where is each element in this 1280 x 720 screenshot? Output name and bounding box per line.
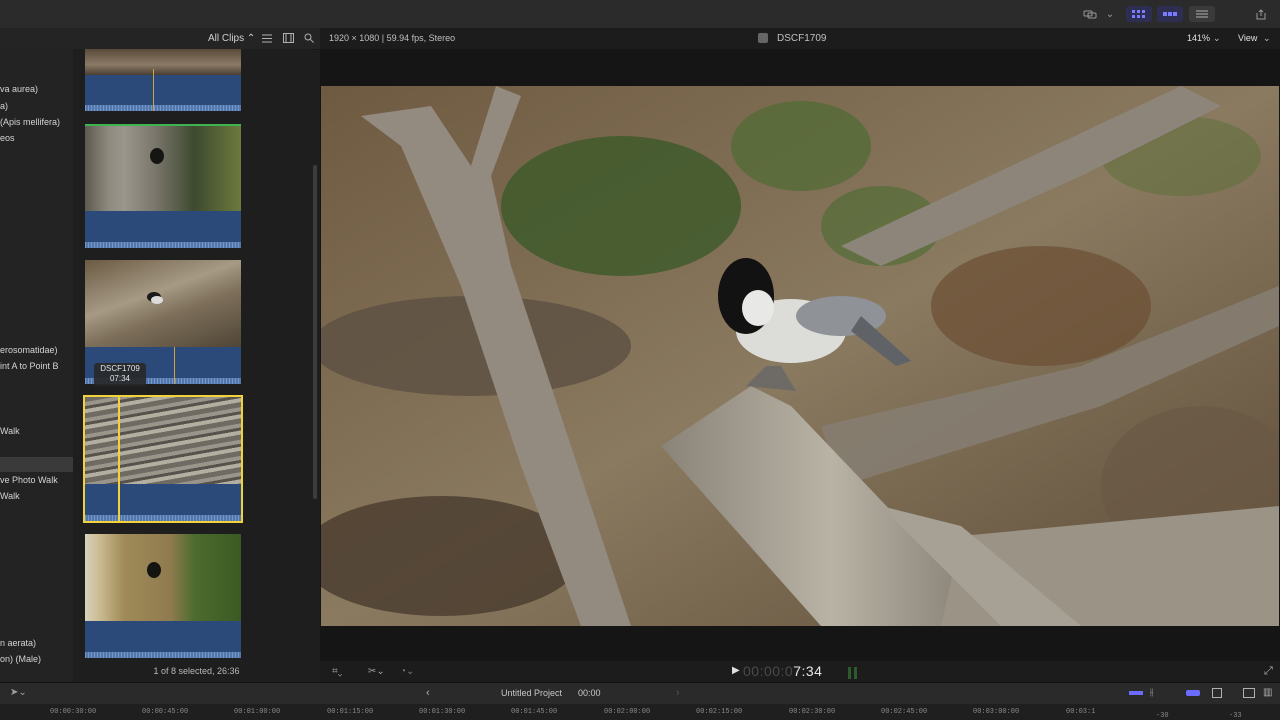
- viewer-controls: ⌗⌄ ✂⌄ ◔⌄ ▶ 00:00:07:34 ⤢: [320, 661, 1280, 682]
- ruler-tick: 00:01:15:00: [327, 708, 374, 716]
- clip-thumbnail[interactable]: [85, 49, 241, 111]
- audio-waveform: [85, 484, 241, 521]
- clip-browser: [73, 49, 313, 661]
- audio-waveform: [85, 211, 241, 248]
- library-sidebar: va aurea) a) (Apis mellifera) eos erosom…: [0, 49, 73, 682]
- project-name: Untitled Project: [501, 688, 563, 698]
- inspector-icon[interactable]: [1189, 6, 1215, 22]
- sidebar-item[interactable]: ve Photo Walk: [0, 474, 73, 487]
- playhead-line: [118, 397, 120, 521]
- ruler-tick: 00:01:00:00: [234, 708, 281, 716]
- sidebar-item[interactable]: on) (Male): [0, 653, 73, 666]
- timeline-header: ➤⌄ ‹ Untitled Project 00:00 › ⫲ ▥: [0, 682, 1280, 705]
- forward-arrow-icon[interactable]: ›: [676, 687, 680, 699]
- share-icon[interactable]: [1250, 6, 1272, 22]
- audio-meter-right: [854, 667, 857, 679]
- sidebar-item[interactable]: eos: [0, 132, 73, 145]
- filmstrip-view-icon[interactable]: [283, 33, 294, 46]
- timeline-layout-icon[interactable]: [1157, 6, 1183, 22]
- timeline-view-icon[interactable]: [1243, 688, 1255, 698]
- dropdown-chevron-icon[interactable]: ⌄: [1103, 6, 1117, 22]
- list-view-icon[interactable]: [262, 34, 272, 46]
- play-icon[interactable]: ▶: [732, 665, 740, 676]
- back-arrow-icon[interactable]: ‹: [426, 687, 430, 699]
- project-duration: 00:00: [578, 688, 601, 698]
- audio-waveform: [85, 75, 241, 111]
- skimming-icon[interactable]: [1186, 690, 1200, 696]
- browser-layout-icon[interactable]: [1126, 6, 1152, 22]
- meter-scale-label: -30: [1156, 712, 1169, 720]
- skimmer-line: [174, 347, 175, 384]
- format-info: 1920 × 1080 | 59.94 fps, Stereo: [329, 33, 456, 43]
- ruler-tick: 00:02:45:00: [881, 708, 928, 716]
- clip-thumbnail[interactable]: [85, 124, 241, 248]
- zoom-level[interactable]: 141%: [1187, 33, 1210, 43]
- ruler-tick: 00:00:45:00: [142, 708, 189, 716]
- keyword-icon[interactable]: [1079, 6, 1101, 22]
- timeline-ruler[interactable]: 00:00:30:00 00:00:45:00 00:01:00:00 00:0…: [0, 704, 1280, 720]
- audio-meters-icon[interactable]: ▥: [1263, 687, 1272, 698]
- ruler-tick: 00:03:1: [1066, 708, 1096, 716]
- sidebar-item-selected[interactable]: [0, 457, 73, 472]
- clip-thumbnail-selected[interactable]: [83, 395, 243, 523]
- view-chevron-icon[interactable]: ⌄: [1263, 33, 1271, 44]
- ruler-tick: 00:02:30:00: [789, 708, 836, 716]
- sidebar-item[interactable]: Walk: [0, 490, 73, 503]
- timecode-display[interactable]: 00:00:07:34: [743, 663, 822, 679]
- clip-filter-menu[interactable]: All Clips ⌃: [208, 33, 255, 44]
- clip-appearance-icon[interactable]: [1212, 688, 1222, 698]
- ruler-tick: 00:02:00:00: [604, 708, 651, 716]
- browser-scrollbar[interactable]: [313, 165, 317, 499]
- skimmer-line: [153, 69, 154, 111]
- clip-icon: [758, 33, 768, 43]
- fullscreen-icon[interactable]: ⤢: [1264, 665, 1273, 678]
- sidebar-item[interactable]: a): [0, 100, 73, 113]
- enhance-icon[interactable]: ✂⌄: [368, 666, 385, 677]
- search-icon[interactable]: [304, 33, 314, 46]
- select-tool-icon[interactable]: ➤⌄: [10, 687, 27, 698]
- ruler-tick: 00:00:30:00: [50, 708, 97, 716]
- ruler-tick: 00:01:45:00: [511, 708, 558, 716]
- tooltip-clip-duration: 07:34: [109, 374, 131, 383]
- timecode-leading: 00:00:0: [743, 663, 794, 679]
- audio-meter-left: [848, 667, 851, 679]
- sidebar-item[interactable]: Walk: [0, 425, 73, 438]
- timecode-value: 7:34: [793, 663, 823, 679]
- clip-image: [85, 397, 241, 484]
- clip-thumbnail[interactable]: [85, 534, 241, 658]
- tooltip-clip-name: DSCF1709: [100, 364, 140, 373]
- clip-tooltip: DSCF1709 07:34: [94, 363, 146, 386]
- transform-icon[interactable]: ⌗⌄: [332, 666, 342, 677]
- browser-header: All Clips ⌃: [0, 28, 320, 50]
- zoom-chevron-icon[interactable]: ⌄: [1213, 33, 1221, 44]
- audio-skimming-icon[interactable]: [1129, 689, 1143, 697]
- clip-image: [85, 534, 241, 621]
- viewer-clip-name: DSCF1709: [777, 33, 827, 44]
- sidebar-item[interactable]: int A to Point B: [0, 360, 73, 373]
- ruler-tick: 00:03:00:00: [973, 708, 1020, 716]
- clip-image: [85, 124, 241, 211]
- clip-image: [85, 49, 241, 75]
- ruler-tick: 00:02:15:00: [696, 708, 743, 716]
- meter-scale-label: -33: [1229, 712, 1242, 720]
- audio-waveform: [85, 621, 241, 658]
- snapping-icon[interactable]: ⫲: [1150, 687, 1153, 698]
- sidebar-item[interactable]: n aerata): [0, 637, 73, 650]
- video-frame: [321, 86, 1279, 626]
- top-toolbar: ⌄: [0, 0, 1280, 29]
- ruler-tick: 00:01:30:00: [419, 708, 466, 716]
- view-menu[interactable]: View: [1238, 33, 1257, 43]
- sidebar-item[interactable]: va aurea): [0, 83, 73, 96]
- clip-image: [85, 260, 241, 347]
- sidebar-item[interactable]: erosomatidae): [0, 344, 73, 357]
- viewer-header: 1920 × 1080 | 59.94 fps, Stereo DSCF1709…: [320, 28, 1280, 49]
- selection-status: 1 of 8 selected, 26:36: [153, 666, 240, 676]
- sidebar-item[interactable]: (Apis mellifera): [0, 116, 73, 129]
- speed-icon[interactable]: ◔⌄: [400, 666, 414, 677]
